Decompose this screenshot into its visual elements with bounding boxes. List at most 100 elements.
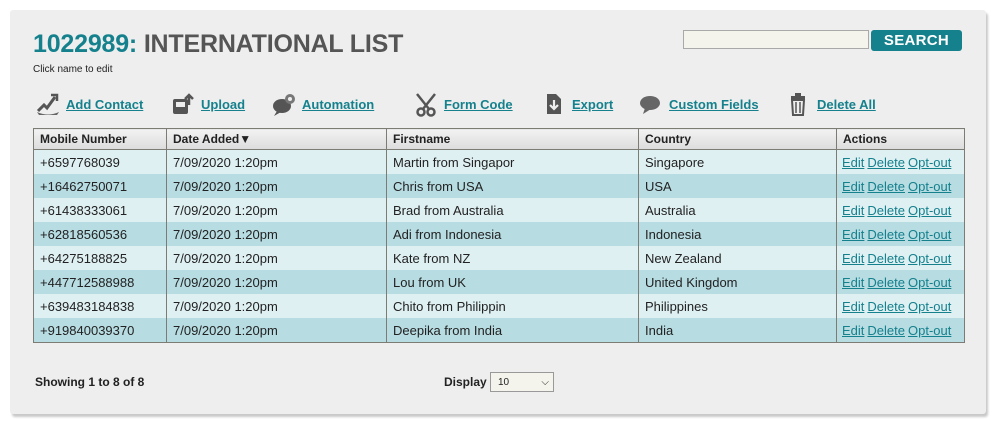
firstname-cell[interactable]: Brad from Australia — [386, 198, 639, 222]
scissors-icon — [416, 93, 436, 117]
table-row: +61438333061 7/09/2020 1:20pm Brad from Au… — [33, 198, 965, 222]
opt-out-link[interactable]: Opt-out — [908, 203, 951, 218]
form-code-button[interactable]: Form Code — [413, 90, 513, 118]
edit-hint: Click name to edit — [33, 64, 113, 75]
country-cell: United Kingdom — [638, 270, 837, 294]
display-select-value: 10 — [498, 376, 510, 388]
column-actions: Actions — [836, 128, 965, 150]
firstname-cell[interactable]: Chris from USA — [386, 174, 639, 198]
table-row: +62818560536 7/09/2020 1:20pm Adi from Ind… — [33, 222, 965, 246]
chat-bubble-icon — [640, 96, 660, 114]
date-added-cell: 7/09/2020 1:20pm — [166, 318, 387, 343]
firstname-cell[interactable]: Kate from NZ — [386, 246, 639, 270]
pagination-summary: Showing 1 to 8 of 8 — [35, 375, 145, 389]
add-contact-label: Add Contact — [66, 96, 144, 112]
edit-link[interactable]: Edit — [842, 179, 864, 194]
edit-link[interactable]: Edit — [842, 155, 864, 170]
table-row: +64275188825 7/09/2020 1:20pm Kate from NZ… — [33, 246, 965, 270]
column-firstname[interactable]: Firstname — [386, 128, 639, 150]
firstname-cell[interactable]: Lou from UK — [386, 270, 639, 294]
table-row: +16462750071 7/09/2020 1:20pm Chris from U… — [33, 174, 965, 198]
actions-cell: Edit Delete Opt-out — [836, 318, 965, 343]
opt-out-link[interactable]: Opt-out — [908, 251, 951, 266]
mobile-number-cell: +61438333061 — [33, 198, 167, 222]
edit-link[interactable]: Edit — [842, 203, 864, 218]
date-added-cell: 7/09/2020 1:20pm — [166, 222, 387, 246]
trash-icon — [790, 93, 806, 116]
table-header-row: Mobile Number Date Added▼ Firstname Coun… — [33, 128, 965, 150]
actions-cell: Edit Delete Opt-out — [836, 198, 965, 222]
mobile-number-cell: +64275188825 — [33, 246, 167, 270]
opt-out-link[interactable]: Opt-out — [908, 227, 951, 242]
delete-link[interactable]: Delete — [867, 155, 905, 170]
edit-link[interactable]: Edit — [842, 227, 864, 242]
delete-link[interactable]: Delete — [867, 275, 905, 290]
delete-link[interactable]: Delete — [867, 251, 905, 266]
firstname-cell[interactable]: Deepika from India — [386, 318, 639, 343]
country-cell: USA — [638, 174, 837, 198]
custom-fields-button[interactable]: Custom Fields — [638, 90, 759, 118]
actions-cell: Edit Delete Opt-out — [836, 246, 965, 270]
column-date-added[interactable]: Date Added▼ — [166, 128, 387, 150]
automation-label: Automation — [302, 96, 375, 112]
column-country[interactable]: Country — [638, 128, 837, 150]
opt-out-link[interactable]: Opt-out — [908, 323, 951, 338]
table-row: +639483184838 7/09/2020 1:20pm Chito from … — [33, 294, 965, 318]
date-added-cell: 7/09/2020 1:20pm — [166, 294, 387, 318]
table-row: +447712588988 7/09/2020 1:20pm Lou from UK… — [33, 270, 965, 294]
upload-icon — [173, 93, 194, 114]
firstname-cell[interactable]: Adi from Indonesia — [386, 222, 639, 246]
search-input[interactable] — [683, 30, 869, 49]
date-added-cell: 7/09/2020 1:20pm — [166, 149, 387, 174]
edit-link[interactable]: Edit — [842, 251, 864, 266]
mobile-number-cell: +639483184838 — [33, 294, 167, 318]
country-cell: India — [638, 318, 837, 343]
list-name[interactable]: INTERNATIONAL LIST — [144, 30, 404, 58]
form-code-label: Form Code — [444, 96, 513, 112]
mobile-number-cell: +919840039370 — [33, 318, 167, 343]
delete-link[interactable]: Delete — [867, 179, 905, 194]
date-added-cell: 7/09/2020 1:20pm — [166, 198, 387, 222]
column-mobile-number[interactable]: Mobile Number — [33, 128, 167, 150]
add-contact-button[interactable]: Add Contact — [35, 90, 143, 118]
opt-out-link[interactable]: Opt-out — [908, 179, 951, 194]
automation-button[interactable]: Automation — [271, 90, 374, 118]
firstname-cell[interactable]: Chito from Philippin — [386, 294, 639, 318]
actions-cell: Edit Delete Opt-out — [836, 294, 965, 318]
delete-link[interactable]: Delete — [867, 299, 905, 314]
table-row: +6597768039 7/09/2020 1:20pm Martin from S… — [33, 149, 965, 174]
mobile-number-cell: +62818560536 — [33, 222, 167, 246]
automation-icon — [273, 94, 295, 116]
delete-link[interactable]: Delete — [867, 203, 905, 218]
export-button[interactable]: Export — [541, 90, 613, 118]
upload-label: Upload — [201, 96, 246, 112]
search-button[interactable]: SEARCH — [871, 30, 962, 51]
actions-cell: Edit Delete Opt-out — [836, 222, 965, 246]
display-select[interactable]: 10 ⌵ — [490, 372, 554, 392]
actions-cell: Edit Delete Opt-out — [836, 270, 965, 294]
date-added-cell: 7/09/2020 1:20pm — [166, 246, 387, 270]
edit-link[interactable]: Edit — [842, 323, 864, 338]
opt-out-link[interactable]: Opt-out — [908, 275, 951, 290]
upload-button[interactable]: Upload — [170, 90, 245, 118]
country-cell: Singapore — [638, 149, 837, 174]
add-contact-icon — [36, 93, 59, 115]
firstname-cell[interactable]: Martin from Singapor — [386, 149, 639, 174]
opt-out-link[interactable]: Opt-out — [908, 299, 951, 314]
display-label: Display — [444, 375, 487, 389]
page-title: 1022989: INTERNATIONAL LIST — [33, 30, 403, 59]
list-panel: 1022989: INTERNATIONAL LIST Click name t… — [10, 10, 986, 414]
contacts-table: Mobile Number Date Added▼ Firstname Coun… — [33, 128, 965, 343]
country-cell: Philippines — [638, 294, 837, 318]
delete-all-button[interactable]: Delete All — [786, 90, 876, 118]
delete-link[interactable]: Delete — [867, 227, 905, 242]
export-label: Export — [572, 96, 614, 112]
delete-all-label: Delete All — [817, 96, 876, 112]
mobile-number-cell: +16462750071 — [33, 174, 167, 198]
delete-link[interactable]: Delete — [867, 323, 905, 338]
edit-link[interactable]: Edit — [842, 299, 864, 314]
table-row: +919840039370 7/09/2020 1:20pm Deepika fro… — [33, 318, 965, 343]
opt-out-link[interactable]: Opt-out — [908, 155, 951, 170]
chevron-down-icon: ⌵ — [541, 376, 549, 388]
edit-link[interactable]: Edit — [842, 275, 864, 290]
